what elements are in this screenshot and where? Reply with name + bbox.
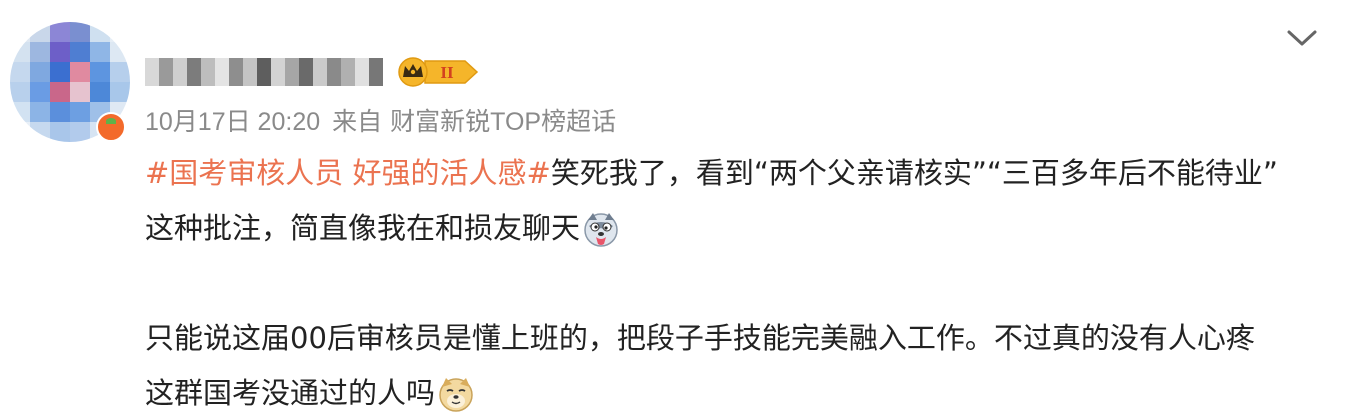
chevron-down-icon[interactable] <box>1286 26 1318 50</box>
content-text: 这种批注，简直像我在和损友聊天 <box>145 211 581 245</box>
post-time[interactable]: 10月17日 20:20 <box>145 108 320 136</box>
badge-level: II <box>440 63 454 82</box>
content-line: 这群国考没通过的人吗 <box>145 366 1325 419</box>
content-line: 只能说这届00后审核员是懂上班的，把段子手技能完美融入工作。不过真的没有人心疼 <box>145 311 1325 366</box>
username-blurred[interactable] <box>145 58 383 86</box>
content-text: 只能说这届00后审核员是懂上班的，把段子手技能完美融入工作。不过真的没有人心疼 <box>145 321 1255 355</box>
content-line: #国考审核人员 好强的活人感# 笑死我了，看到“两个父亲请核实”“三百多年后不能待… <box>145 146 1325 201</box>
avatar-badge-icon <box>96 112 126 142</box>
content-line: 这种批注，简直像我在和损友聊天 <box>145 201 1325 256</box>
content-text: 这群国考没通过的人吗 <box>145 376 436 410</box>
hashtag-link[interactable]: #国考审核人员 好强的活人感# <box>145 146 551 201</box>
weibo-post: II 10月17日 20:20 来自 财富新锐TOP榜超话 #国考审核人员 好强的活… <box>0 0 1346 419</box>
name-row: II <box>145 52 481 92</box>
doge-emoji-icon <box>439 377 473 412</box>
post-content: #国考审核人员 好强的活人感# 笑死我了，看到“两个父亲请核实”“三百多年后不能待… <box>145 146 1325 419</box>
post-meta: 10月17日 20:20 来自 财富新锐TOP榜超话 <box>145 102 616 138</box>
crown-level-badge-icon: II <box>398 57 479 87</box>
content-text: 笑死我了，看到“两个父亲请核实”“三百多年后不能待业” <box>550 156 1278 190</box>
from-label: 来自 <box>332 108 383 136</box>
source-link[interactable]: 财富新锐TOP榜超话 <box>390 108 616 136</box>
dog-tongue-emoji-icon <box>584 212 618 247</box>
